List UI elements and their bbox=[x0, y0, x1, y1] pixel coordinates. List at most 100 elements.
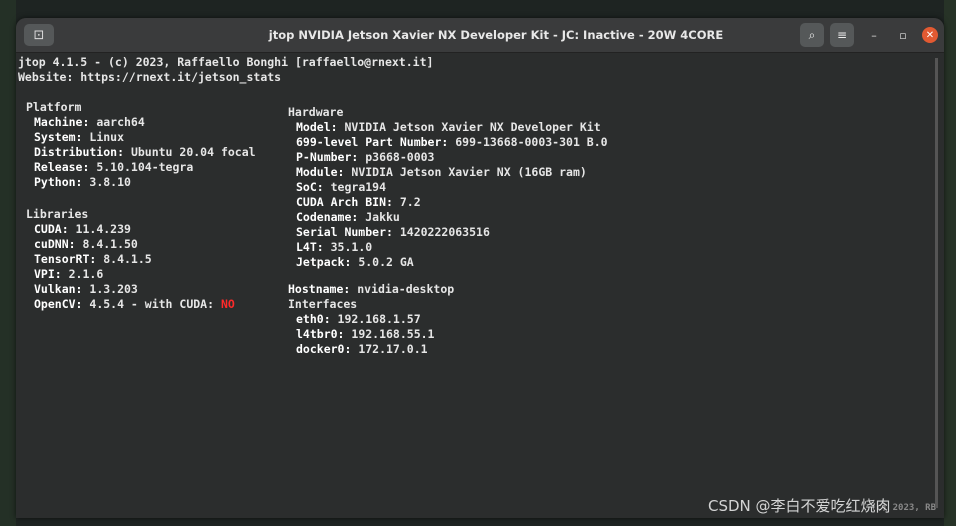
platform-python: Python: 3.8.10 bbox=[34, 175, 131, 190]
interface-docker0: docker0: 172.17.0.1 bbox=[296, 342, 428, 357]
hostname-key: Hostname: bbox=[288, 282, 351, 296]
hardware-codename-value: Jakku bbox=[358, 210, 400, 224]
search-button[interactable]: ⌕ bbox=[800, 23, 824, 47]
library-cudnn: cuDNN: 8.4.1.50 bbox=[34, 237, 138, 252]
hardware-p-number: P-Number: p3668-0003 bbox=[296, 150, 434, 165]
terminal-tab-icon: ⊡ bbox=[33, 27, 45, 43]
interfaces-heading: Interfaces bbox=[288, 297, 358, 311]
platform-release-value: 5.10.104-tegra bbox=[89, 160, 194, 174]
platform-heading: Platform bbox=[26, 100, 82, 114]
search-icon: ⌕ bbox=[808, 27, 816, 42]
library-vpi-value: 2.1.6 bbox=[61, 267, 104, 281]
platform-system: System: Linux bbox=[34, 130, 124, 145]
csdn-watermark: CSDN @李白不爱吃红烧肉 bbox=[708, 497, 891, 515]
hardware-module-key: Module: bbox=[296, 165, 345, 179]
hardware-serial-number: Serial Number: 1420222063516 bbox=[296, 225, 490, 240]
terminal-window: ⊡ jtop NVIDIA Jetson Xavier NX Developer… bbox=[16, 18, 944, 518]
library-cuda-key: CUDA: bbox=[34, 222, 69, 236]
hostname: Hostname: nvidia-desktop bbox=[288, 282, 454, 297]
hardware-model: Model: NVIDIA Jetson Xavier NX Developer… bbox=[296, 120, 601, 135]
library-opencv-key: OpenCV: bbox=[34, 297, 83, 311]
library-tensorrt: TensorRT: 8.4.1.5 bbox=[34, 252, 152, 267]
new-tab-button[interactable]: ⊡ bbox=[24, 24, 54, 46]
hardware-soc-key: SoC: bbox=[296, 180, 324, 194]
platform-distribution-value: Ubuntu 20.04 focal bbox=[124, 145, 256, 159]
menu-button[interactable]: ≡ bbox=[830, 23, 854, 47]
maximize-icon: ▫ bbox=[899, 28, 907, 42]
opencv-cuda-status: NO bbox=[220, 297, 235, 311]
library-tensorrt-value: 8.4.1.5 bbox=[96, 252, 152, 266]
interface-eth0: eth0: 192.168.1.57 bbox=[296, 312, 421, 327]
hardware-jetpack-key: Jetpack: bbox=[296, 255, 352, 269]
library-cuda: CUDA: 11.4.239 bbox=[34, 222, 131, 237]
hardware-module-value: NVIDIA Jetson Xavier NX (16GB ram) bbox=[344, 165, 587, 179]
hardware-l4t-key: L4T: bbox=[296, 240, 324, 254]
platform-system-value: Linux bbox=[82, 130, 125, 144]
platform-machine-value: aarch64 bbox=[89, 115, 145, 129]
hardware-cuda-arch: CUDA Arch BIN: 7.2 bbox=[296, 195, 421, 210]
background-leaf-2 bbox=[944, 0, 956, 526]
window-title: jtop NVIDIA Jetson Xavier NX Developer K… bbox=[268, 28, 724, 42]
hardware-jetpack: Jetpack: 5.0.2 GA bbox=[296, 255, 414, 270]
hostname-value: nvidia-desktop bbox=[350, 282, 455, 296]
hardware-model-value: NVIDIA Jetson Xavier NX Developer Kit bbox=[337, 120, 601, 134]
hardware-cuda-arch-key: CUDA Arch BIN: bbox=[296, 195, 393, 209]
title-bar: ⊡ jtop NVIDIA Jetson Xavier NX Developer… bbox=[16, 18, 944, 53]
library-opencv-value: 4.5.4 - with CUDA: bbox=[82, 297, 221, 311]
hardware-codename-key: Codename: bbox=[296, 210, 359, 224]
header-line-1: jtop 4.1.5 - (c) 2023, Raffaello Bonghi … bbox=[18, 55, 434, 69]
library-cudnn-key: cuDNN: bbox=[34, 237, 76, 251]
library-cuda-value: 11.4.239 bbox=[68, 222, 131, 236]
interface-docker0-key: docker0: bbox=[296, 342, 352, 356]
platform-python-key: Python: bbox=[34, 175, 83, 189]
platform-python-value: 3.8.10 bbox=[82, 175, 131, 189]
hardware-l4t: L4T: 35.1.0 bbox=[296, 240, 372, 255]
hamburger-menu-icon: ≡ bbox=[836, 28, 848, 42]
terminal-content: jtop 4.1.5 - (c) 2023, Raffaello Bonghi … bbox=[16, 53, 944, 518]
hardware-p-number-key: P-Number: bbox=[296, 150, 359, 164]
platform-system-key: System: bbox=[34, 130, 83, 144]
hardware-part-number-value: 699-13668-0003-301 B.0 bbox=[448, 135, 608, 149]
header-line-2: Website: https://rnext.it/jetson_stats bbox=[18, 70, 282, 84]
library-opencv: OpenCV: 4.5.4 - with CUDA: NO bbox=[34, 297, 235, 312]
platform-release-key: Release: bbox=[34, 160, 90, 174]
hardware-serial-number-key: Serial Number: bbox=[296, 225, 393, 239]
interface-eth0-key: eth0: bbox=[296, 312, 331, 326]
library-vpi-key: VPI: bbox=[34, 267, 62, 281]
hardware-codename: Codename: Jakku bbox=[296, 210, 400, 225]
hardware-part-number-key: 699-level Part Number: bbox=[296, 135, 449, 149]
platform-distribution-key: Distribution: bbox=[34, 145, 125, 159]
close-icon: ✕ bbox=[925, 29, 935, 41]
hardware-part-number: 699-level Part Number: 699-13668-0003-30… bbox=[296, 135, 608, 150]
maximize-button[interactable]: ▫ bbox=[895, 27, 911, 43]
platform-machine: Machine: aarch64 bbox=[34, 115, 145, 130]
hardware-soc-value: tegra194 bbox=[323, 180, 387, 194]
library-vulkan: Vulkan: 1.3.203 bbox=[34, 282, 138, 297]
hardware-l4t-value: 35.1.0 bbox=[323, 240, 373, 254]
library-cudnn-value: 8.4.1.50 bbox=[75, 237, 138, 251]
interface-eth0-value: 192.168.1.57 bbox=[330, 312, 421, 326]
hardware-model-key: Model: bbox=[296, 120, 338, 134]
interface-l4tbr0-value: 192.168.55.1 bbox=[344, 327, 435, 341]
library-vpi: VPI: 2.1.6 bbox=[34, 267, 103, 282]
hardware-soc: SoC: tegra194 bbox=[296, 180, 386, 195]
background-leaf-1 bbox=[0, 0, 16, 526]
platform-release: Release: 5.10.104-tegra bbox=[34, 160, 193, 175]
interface-docker0-value: 172.17.0.1 bbox=[351, 342, 428, 356]
minimize-icon: – bbox=[871, 28, 877, 42]
hardware-cuda-arch-value: 7.2 bbox=[392, 195, 421, 209]
platform-machine-key: Machine: bbox=[34, 115, 90, 129]
minimize-button[interactable]: – bbox=[866, 27, 882, 43]
hardware-heading: Hardware bbox=[288, 105, 344, 119]
platform-distribution: Distribution: Ubuntu 20.04 focal bbox=[34, 145, 256, 160]
interface-l4tbr0-key: l4tbr0: bbox=[296, 327, 345, 341]
close-button[interactable]: ✕ bbox=[922, 27, 938, 43]
hardware-module: Module: NVIDIA Jetson Xavier NX (16GB ra… bbox=[296, 165, 587, 180]
terminal-scrollbar[interactable] bbox=[935, 58, 938, 508]
interface-l4tbr0: l4tbr0: 192.168.55.1 bbox=[296, 327, 434, 342]
library-vulkan-value: 1.3.203 bbox=[82, 282, 138, 296]
hardware-jetpack-value: 5.0.2 GA bbox=[351, 255, 414, 269]
hardware-p-number-value: p3668-0003 bbox=[358, 150, 435, 164]
libraries-heading: Libraries bbox=[26, 207, 89, 221]
hardware-serial-number-value: 1420222063516 bbox=[392, 225, 490, 239]
